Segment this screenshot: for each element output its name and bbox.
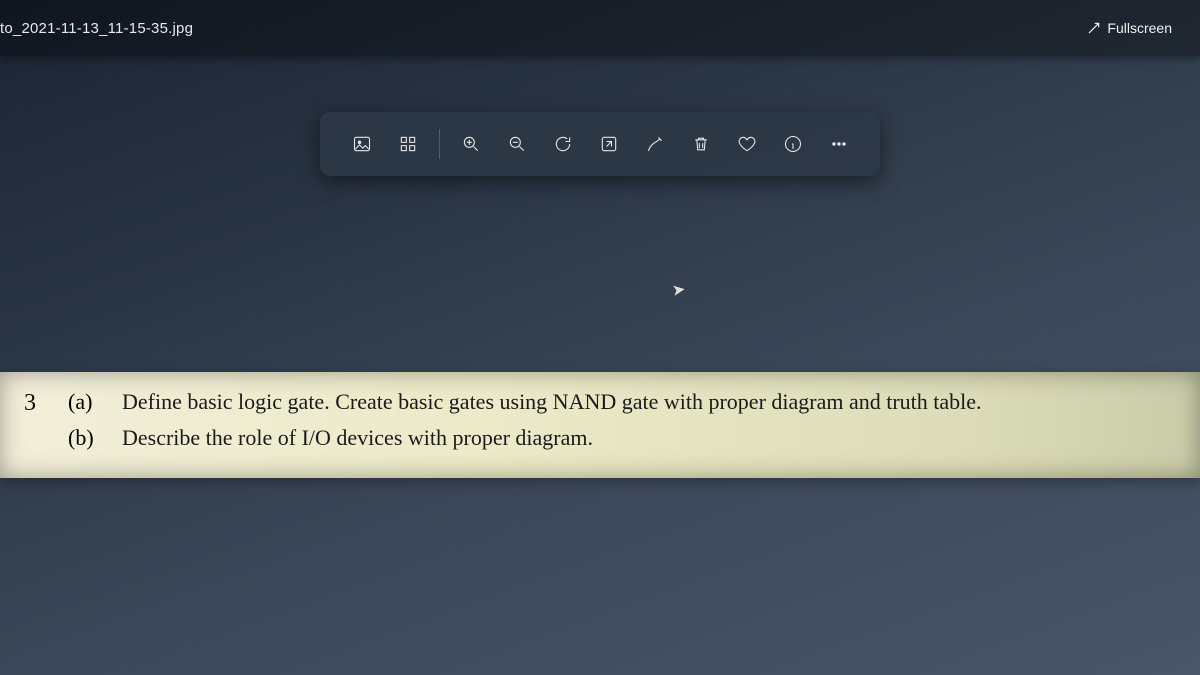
cursor-icon: ➤ <box>671 279 687 301</box>
fullscreen-label: Fullscreen <box>1107 20 1172 36</box>
question-part: (a) Define basic logic gate. Create basi… <box>68 386 1176 418</box>
question-number: 3 <box>24 386 48 421</box>
view-grid-icon[interactable] <box>389 125 427 163</box>
file-name: to_2021-11-13_11-15-35.jpg <box>0 2 201 55</box>
expand-icon[interactable] <box>590 125 628 163</box>
image-toolbar <box>320 112 880 176</box>
part-text: Describe the role of I/O devices with pr… <box>122 422 601 454</box>
fullscreen-button[interactable]: Fullscreen <box>1077 14 1182 42</box>
title-bar: to_2021-11-13_11-15-35.jpg Fullscreen <box>0 0 1200 56</box>
zoom-in-icon[interactable] <box>452 125 490 163</box>
question-part: (b) Describe the role of I/O devices wit… <box>68 422 1176 454</box>
delete-icon[interactable] <box>682 125 720 163</box>
zoom-out-icon[interactable] <box>498 125 536 163</box>
more-icon[interactable] <box>820 125 858 163</box>
part-text: Define basic logic gate. Create basic ga… <box>122 386 990 418</box>
image-icon[interactable] <box>343 125 381 163</box>
rotate-icon[interactable] <box>544 125 582 163</box>
toolbar-divider <box>439 129 440 159</box>
info-icon[interactable] <box>774 125 812 163</box>
part-label: (a) <box>68 386 104 418</box>
part-label: (b) <box>68 422 104 454</box>
document-content: 3 (a) Define basic logic gate. Create ba… <box>0 372 1200 478</box>
edit-icon[interactable] <box>636 125 674 163</box>
fullscreen-icon <box>1087 21 1101 35</box>
favorite-icon[interactable] <box>728 125 766 163</box>
